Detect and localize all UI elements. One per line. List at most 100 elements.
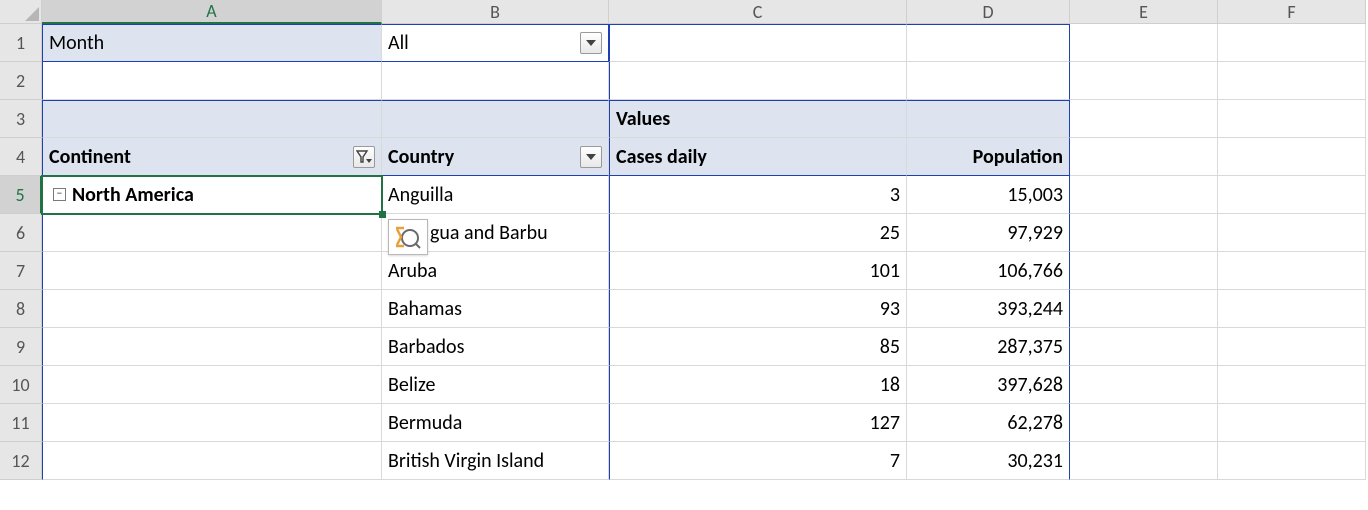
cell-E2[interactable] xyxy=(1070,62,1218,100)
cell-B9[interactable]: Barbados xyxy=(382,328,609,366)
cell-C11[interactable]: 127 xyxy=(609,404,907,442)
continent-filter-dropdown[interactable] xyxy=(353,146,375,168)
cases-value: 101 xyxy=(870,259,900,283)
cell-A6[interactable] xyxy=(42,214,382,252)
cell-E1[interactable] xyxy=(1070,24,1218,62)
row-header-11[interactable]: 11 xyxy=(0,404,42,442)
cell-F9[interactable] xyxy=(1218,328,1366,366)
cell-F7[interactable] xyxy=(1218,252,1366,290)
row-header-4[interactable]: 4 xyxy=(0,138,42,176)
cell-B8[interactable]: Bahamas xyxy=(382,290,609,328)
cell-F2[interactable] xyxy=(1218,62,1366,100)
pivot-filter-field-label: Month xyxy=(49,31,104,55)
pivot-values-label: Values xyxy=(616,107,670,131)
pivot-filter-field-cell[interactable]: Month xyxy=(42,24,382,62)
cell-C6[interactable]: 25 xyxy=(609,214,907,252)
cell-F12[interactable] xyxy=(1218,442,1366,480)
pivot-country-header-cell[interactable]: Country xyxy=(382,138,609,176)
row-header-9[interactable]: 9 xyxy=(0,328,42,366)
cell-A12[interactable] xyxy=(42,442,382,480)
cell-B2[interactable] xyxy=(382,62,609,100)
quick-analysis-button[interactable] xyxy=(388,219,428,255)
pivot-cases-header: Cases daily xyxy=(616,145,707,169)
cell-F10[interactable] xyxy=(1218,366,1366,404)
pivot-population-header-cell[interactable]: Population xyxy=(907,138,1070,176)
col-header-E[interactable]: E xyxy=(1070,0,1218,24)
row-header-5[interactable]: 5 xyxy=(0,176,42,214)
cell-C8[interactable]: 93 xyxy=(609,290,907,328)
cell-A3[interactable] xyxy=(42,100,382,138)
country-filter-dropdown[interactable] xyxy=(580,146,602,168)
col-header-C[interactable]: C xyxy=(609,0,907,24)
cell-A10[interactable] xyxy=(42,366,382,404)
row-header-10[interactable]: 10 xyxy=(0,366,42,404)
cell-E10[interactable] xyxy=(1070,366,1218,404)
cell-F3[interactable] xyxy=(1218,100,1366,138)
cell-E9[interactable] xyxy=(1070,328,1218,366)
cell-D7[interactable]: 106,766 xyxy=(907,252,1070,290)
cell-F6[interactable] xyxy=(1218,214,1366,252)
cell-F1[interactable] xyxy=(1218,24,1366,62)
cell-D1[interactable] xyxy=(907,24,1070,62)
cell-D3[interactable] xyxy=(907,100,1070,138)
cell-E4[interactable] xyxy=(1070,138,1218,176)
cell-B3[interactable] xyxy=(382,100,609,138)
cell-E11[interactable] xyxy=(1070,404,1218,442)
cell-C10[interactable]: 18 xyxy=(609,366,907,404)
cell-C7[interactable]: 101 xyxy=(609,252,907,290)
row-header-1[interactable]: 1 xyxy=(0,24,42,62)
cell-D10[interactable]: 397,628 xyxy=(907,366,1070,404)
cell-F8[interactable] xyxy=(1218,290,1366,328)
cell-B7[interactable]: Aruba xyxy=(382,252,609,290)
col-header-D[interactable]: D xyxy=(907,0,1070,24)
col-header-B[interactable]: B xyxy=(382,0,609,24)
pivot-continent-header-cell[interactable]: Continent xyxy=(42,138,382,176)
cell-E6[interactable] xyxy=(1070,214,1218,252)
cell-B5[interactable]: Anguilla xyxy=(382,176,609,214)
pivot-cases-header-cell[interactable]: Cases daily xyxy=(609,138,907,176)
select-all-corner[interactable] xyxy=(0,0,42,24)
cell-A9[interactable] xyxy=(42,328,382,366)
pivot-values-label-cell[interactable]: Values xyxy=(609,100,907,138)
cell-D9[interactable]: 287,375 xyxy=(907,328,1070,366)
spreadsheet-grid[interactable]: A B C D E F 1 Month All 2 3 xyxy=(0,0,1368,480)
row-header-2[interactable]: 2 xyxy=(0,62,42,100)
cell-A11[interactable] xyxy=(42,404,382,442)
cell-B10[interactable]: Belize xyxy=(382,366,609,404)
row-header-7[interactable]: 7 xyxy=(0,252,42,290)
cell-E3[interactable] xyxy=(1070,100,1218,138)
pivot-filter-value-cell[interactable]: All xyxy=(382,24,609,62)
row-header-6[interactable]: 6 xyxy=(0,214,42,252)
cell-A7[interactable] xyxy=(42,252,382,290)
filter-month-dropdown[interactable] xyxy=(580,32,602,54)
cell-C2[interactable] xyxy=(609,62,907,100)
cell-A2[interactable] xyxy=(42,62,382,100)
cell-A8[interactable] xyxy=(42,290,382,328)
cell-F4[interactable] xyxy=(1218,138,1366,176)
row-header-8[interactable]: 8 xyxy=(0,290,42,328)
cell-E12[interactable] xyxy=(1070,442,1218,480)
row-header-12[interactable]: 12 xyxy=(0,442,42,480)
col-header-A[interactable]: A xyxy=(42,0,382,24)
cell-E5[interactable] xyxy=(1070,176,1218,214)
cell-F11[interactable] xyxy=(1218,404,1366,442)
cell-D11[interactable]: 62,278 xyxy=(907,404,1070,442)
cell-D6[interactable]: 97,929 xyxy=(907,214,1070,252)
collapse-toggle-icon[interactable]: − xyxy=(53,188,66,201)
cell-C1[interactable] xyxy=(609,24,907,62)
cell-D2[interactable] xyxy=(907,62,1070,100)
cell-D5[interactable]: 15,003 xyxy=(907,176,1070,214)
cell-C9[interactable]: 85 xyxy=(609,328,907,366)
cell-E7[interactable] xyxy=(1070,252,1218,290)
cell-C5[interactable]: 3 xyxy=(609,176,907,214)
cell-B12[interactable]: British Virgin Island xyxy=(382,442,609,480)
cell-F5[interactable] xyxy=(1218,176,1366,214)
cell-D12[interactable]: 30,231 xyxy=(907,442,1070,480)
cell-E8[interactable] xyxy=(1070,290,1218,328)
cell-D8[interactable]: 393,244 xyxy=(907,290,1070,328)
cell-C12[interactable]: 7 xyxy=(609,442,907,480)
col-header-F[interactable]: F xyxy=(1218,0,1366,24)
cell-B11[interactable]: Bermuda xyxy=(382,404,609,442)
pivot-continent-value-cell[interactable]: − North America xyxy=(42,176,382,214)
row-header-3[interactable]: 3 xyxy=(0,100,42,138)
